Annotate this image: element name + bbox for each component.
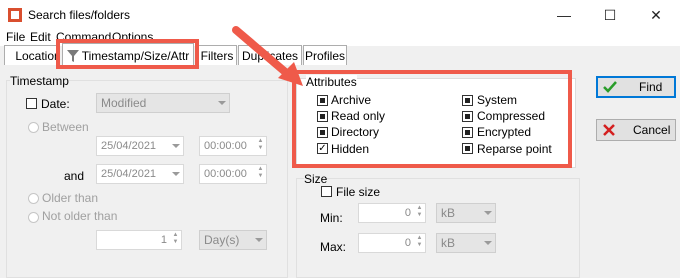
- file-size-label: File size: [336, 185, 381, 199]
- time-to-spinner[interactable]: 00:00:00 ▲ ▼: [199, 164, 267, 184]
- chevron-down-icon: [255, 238, 263, 242]
- tab-highlight-box: [56, 39, 199, 69]
- find-button[interactable]: Find: [596, 76, 676, 98]
- spinner-arrows-icon: ▲ ▼: [416, 205, 423, 218]
- chevron-down-icon: [172, 144, 180, 148]
- app-icon: [8, 8, 22, 22]
- max-unit-value: kB: [441, 236, 456, 250]
- max-unit-select[interactable]: kB: [436, 233, 496, 253]
- min-unit-select[interactable]: kB: [436, 203, 496, 223]
- date-label: Date:: [41, 97, 70, 111]
- minimize-button[interactable]: —: [541, 0, 587, 30]
- menu-file[interactable]: File: [6, 30, 25, 44]
- max-label: Max:: [320, 240, 347, 254]
- cancel-button-label: Cancel: [633, 123, 671, 137]
- min-label: Min:: [320, 211, 343, 225]
- date-from-value: 25/04/2021: [101, 140, 157, 152]
- date-mode-value: Modified: [101, 96, 147, 110]
- x-icon: [603, 124, 615, 136]
- tab-filters[interactable]: Filters: [197, 45, 237, 65]
- maximize-icon: ☐: [603, 6, 617, 23]
- search-dialog-window: Search files/folders — ☐ ✕ File Edit Com…: [0, 0, 680, 278]
- maximize-button[interactable]: ☐: [587, 0, 633, 30]
- minimize-icon: —: [557, 7, 571, 23]
- tab-duplicates[interactable]: Duplicates: [238, 45, 302, 65]
- window-title: Search files/folders: [28, 8, 131, 22]
- max-size-spinner[interactable]: 0 ▲ ▼: [358, 233, 426, 253]
- size-group-label: Size: [304, 172, 328, 186]
- checkmark-icon: [603, 81, 617, 93]
- min-size-spinner[interactable]: 0 ▲ ▼: [358, 203, 426, 223]
- age-value: 1: [160, 234, 167, 246]
- max-size-value: 0: [404, 237, 411, 249]
- chevron-down-icon: [484, 211, 492, 215]
- attributes-highlight-box: [292, 70, 572, 168]
- date-mode-select[interactable]: Modified: [96, 93, 230, 113]
- spinner-arrows-icon: ▲ ▼: [257, 166, 264, 179]
- spinner-arrows-icon: ▲ ▼: [257, 138, 264, 151]
- age-unit-select[interactable]: Day(s): [199, 230, 267, 250]
- menu-edit[interactable]: Edit: [30, 30, 51, 44]
- tab-label: Duplicates: [241, 48, 299, 63]
- tab-label: Profiles: [304, 48, 345, 63]
- date-from-picker[interactable]: 25/04/2021: [96, 136, 184, 156]
- chevron-down-icon: [172, 172, 180, 176]
- chevron-down-icon: [484, 241, 492, 245]
- cancel-button[interactable]: Cancel: [596, 119, 676, 141]
- not-older-than-label: Not older than: [42, 209, 118, 223]
- timestamp-group-label: Timestamp: [10, 74, 69, 88]
- between-radio[interactable]: [28, 122, 39, 133]
- date-to-value: 25/04/2021: [101, 168, 157, 180]
- time-from-spinner[interactable]: 00:00:00 ▲ ▼: [199, 136, 267, 156]
- chevron-down-icon: [218, 101, 226, 105]
- spinner-arrows-icon: ▲ ▼: [416, 235, 423, 248]
- tab-profiles[interactable]: Profiles: [303, 45, 347, 65]
- older-than-label: Older than: [42, 191, 99, 205]
- date-to-picker[interactable]: 25/04/2021: [96, 164, 184, 184]
- date-checkbox[interactable]: [26, 98, 37, 109]
- find-button-label: Find: [639, 80, 663, 94]
- tab-location[interactable]: Location: [4, 45, 61, 65]
- close-button[interactable]: ✕: [633, 0, 679, 30]
- title-bar: Search files/folders — ☐ ✕: [0, 0, 680, 30]
- file-size-checkbox[interactable]: [321, 186, 332, 197]
- between-label: Between: [42, 120, 89, 134]
- min-unit-value: kB: [441, 206, 456, 220]
- older-than-radio[interactable]: [28, 193, 39, 204]
- spinner-arrows-icon: ▲ ▼: [172, 232, 179, 245]
- time-from-value: 00:00:00: [204, 140, 247, 152]
- tab-label: Location: [15, 48, 61, 63]
- close-icon: ✕: [650, 6, 662, 23]
- time-to-value: 00:00:00: [204, 168, 247, 180]
- and-label: and: [64, 169, 85, 183]
- not-older-than-radio[interactable]: [28, 212, 39, 223]
- tab-label: Filters: [200, 48, 234, 63]
- age-value-spinner[interactable]: 1 ▲ ▼: [96, 230, 182, 250]
- min-size-value: 0: [404, 207, 411, 219]
- age-unit-value: Day(s): [204, 233, 240, 247]
